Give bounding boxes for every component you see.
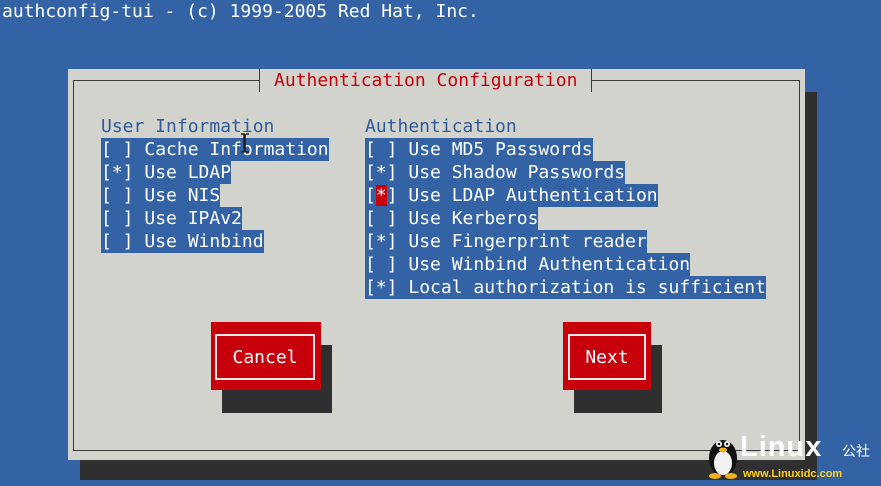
watermark-brand: Linux [740,431,823,463]
dialog-title: Authentication Configuration [274,70,578,91]
checkbox-box: [*] [365,231,398,252]
next-button[interactable]: Next [563,322,651,390]
focus-cursor-mark: * [375,185,387,206]
checkbox-label: Use LDAP [144,162,232,183]
checkbox-box: [*] [365,277,398,298]
checkbox-box-open: [ [365,185,376,206]
checkbox-box: [ ] [365,208,398,229]
next-button-label: Next [568,334,646,380]
checkbox-use-winbind[interactable]: [ ] Use Winbind [101,230,264,253]
text-cursor-icon [241,133,249,153]
checkbox-label: Use Kerberos [408,208,539,229]
checkbox-use-kerberos[interactable]: [ ] Use Kerberos [365,207,539,230]
checkbox-label: Use Winbind Authentication [408,254,691,275]
watermark-cn: 公社 [842,443,870,459]
checkbox-box: [*] [365,162,398,183]
tux-penguin-icon [709,440,737,479]
checkbox-box: [ ] [101,208,134,229]
cancel-button[interactable]: Cancel [211,322,321,390]
checkbox-box: [ ] [101,139,134,160]
watermark-url: www.Linuxidc.com [743,468,843,480]
window-title: authconfig-tui - (c) 1999-2005 Red Hat, … [2,1,479,22]
checkbox-box: [ ] [365,139,398,160]
checkbox-box: [ ] [101,231,134,252]
checkbox-label: Use Fingerprint reader [408,231,647,252]
cancel-button-label: Cancel [215,334,315,380]
checkbox-label: Use IPAv2 [144,208,242,229]
checkbox-box-close: ] [386,185,398,206]
checkbox-label: Use Shadow Passwords [408,162,626,183]
checkbox-label: Use NIS [144,185,221,206]
checkbox-box: [ ] [101,185,134,206]
checkbox-use-ldap-authentication[interactable]: [*] Use LDAP Authentication [365,184,658,207]
checkbox-label: Local authorization is sufficient [408,277,766,298]
checkbox-label: Use MD5 Passwords [408,139,593,160]
checkbox-box: [ ] [365,254,398,275]
checkbox-label: Use LDAP Authentication [408,185,658,206]
checkbox-use-shadow-passwords[interactable]: [*] Use Shadow Passwords [365,161,626,184]
checkbox-use-ldap[interactable]: [*] Use LDAP [101,161,232,184]
checkbox-local-authorization-sufficient[interactable]: [*] Local authorization is sufficient [365,276,766,299]
dialog-title-bar: Authentication Configuration [259,69,593,92]
checkbox-use-ipav2[interactable]: [ ] Use IPAv2 [101,207,242,230]
checkbox-use-fingerprint-reader[interactable]: [*] Use Fingerprint reader [365,230,647,253]
checkbox-use-nis[interactable]: [ ] Use NIS [101,184,221,207]
checkbox-cache-information[interactable]: [ ] Cache Information [101,138,329,161]
checkbox-label: Cache Information [144,139,329,160]
authentication-header: Authentication [365,116,517,137]
checkbox-use-winbind-authentication[interactable]: [ ] Use Winbind Authentication [365,253,691,276]
checkbox-use-md5-passwords[interactable]: [ ] Use MD5 Passwords [365,138,593,161]
checkbox-box: [*] [101,162,134,183]
checkbox-label: Use Winbind [144,231,264,252]
